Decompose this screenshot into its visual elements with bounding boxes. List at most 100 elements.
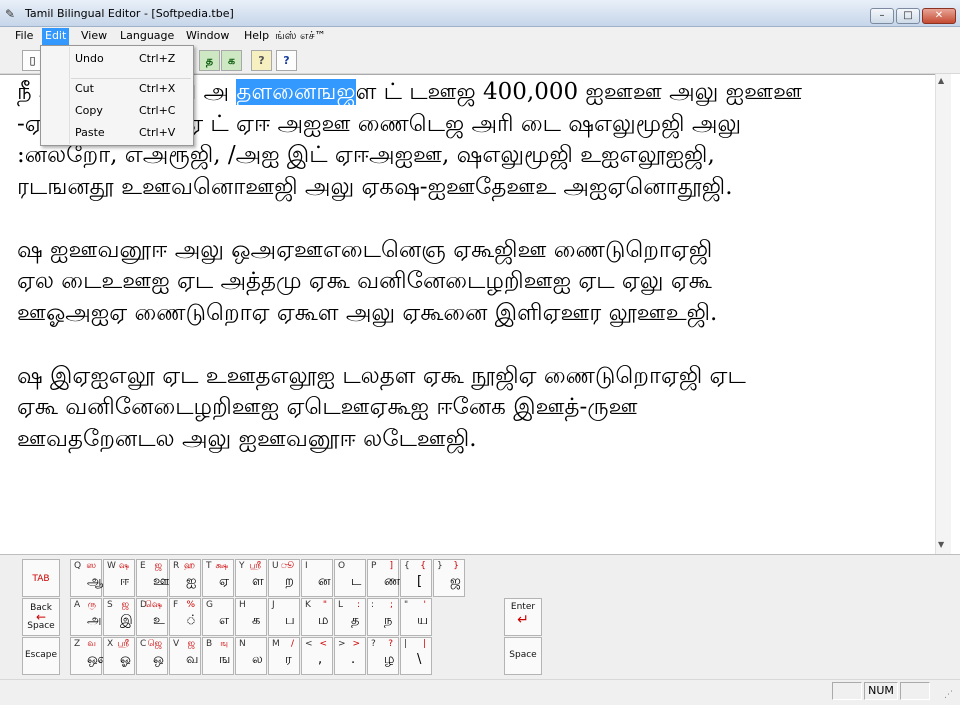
key-row1-8[interactable]: Oட xyxy=(334,559,366,597)
key-row3-9[interactable]: ?? ழ xyxy=(367,637,399,675)
key-row2-6[interactable]: Jப xyxy=(268,598,300,636)
menu-help[interactable]: Help xyxy=(241,28,272,45)
menu-item-paste[interactable]: Paste Ctrl+V xyxy=(42,122,192,144)
key-label: ற xyxy=(285,574,294,589)
text-run: ரடஙனதூ உஊவனொஊஜி அலு ஏகஷ-ஐஊதேஊஉ அஐஏனொதூஜி… xyxy=(17,173,733,200)
key-row2-2[interactable]: D ஷெ உ xyxy=(136,598,168,636)
menu-edit[interactable]: Edit xyxy=(42,28,70,45)
maximize-button[interactable]: □ xyxy=(896,8,920,24)
key-row1-7[interactable]: Iன xyxy=(301,559,333,597)
key-label: வ xyxy=(186,652,199,667)
minimize-button[interactable]: – xyxy=(870,8,894,24)
key-row3-3[interactable]: Vஜவ xyxy=(169,637,201,675)
help-icon[interactable]: ? xyxy=(251,50,272,71)
key-label: ஜ xyxy=(187,639,195,649)
key-row2-5[interactable]: Hக xyxy=(235,598,267,636)
key-row3-1[interactable]: X ஸ்ரீ ஓ xyxy=(103,637,135,675)
resize-grip-icon[interactable]: ⋰ xyxy=(944,690,953,700)
menu-window[interactable]: Window xyxy=(183,28,232,45)
text-line[interactable]: ஏகூ வனினேடைழறிஊஐ ஏடெஊஏகூஐ ஈனேக இஊத்-ருஊ xyxy=(17,392,942,424)
edit-menu-dropdown: Undo Ctrl+Z Cut Ctrl+X Copy Ctrl+C Paste… xyxy=(40,45,194,146)
text-line[interactable]: ஊஓஅஐஏ ணைடுறொஏ ஏகூள அலு ஏகூனை இளிஏஊர லூஊஉ… xyxy=(17,298,942,330)
app-icon[interactable]: ✎ xyxy=(5,7,15,21)
key-label: } xyxy=(437,561,443,571)
key-label: C xyxy=(140,639,147,649)
text-run: ஏகூ வனினேடைழறிஊஐ ஏடெஊஏகூஐ ஈனேக இஊத்-ருஊ xyxy=(17,394,638,420)
key-label: " xyxy=(322,600,327,610)
space-key[interactable]: Space xyxy=(504,637,542,675)
text-line[interactable]: ஷ ஐஊவனூஈ அலு ஒஅஏஊஎடைனெஞ ஏகூஜிஊ ணைடுறொஏஜி xyxy=(17,235,942,267)
key-row3-0[interactable]: Zவஔ xyxy=(70,637,109,675)
context-help-icon[interactable]: ? xyxy=(276,50,297,71)
menu-file[interactable]: File xyxy=(12,28,36,45)
menu-view[interactable]: View xyxy=(78,28,110,45)
editor-area[interactable]: நீ அ ஐ ஊ ள ணி அ தளனைஙஜள ட் டஊஜ 400,000 ஐ… xyxy=(0,74,950,554)
tamil-keyboard-button[interactable]: க xyxy=(221,50,242,71)
scroll-down-icon[interactable]: ▼ xyxy=(938,540,944,549)
key-label: | xyxy=(404,639,408,649)
key-row2-8[interactable]: L: த xyxy=(334,598,366,636)
key-row3-6[interactable]: M / ர xyxy=(268,637,300,675)
key-row3-2[interactable]: C ஜெ ஒ xyxy=(136,637,168,675)
menu-item-undo[interactable]: Undo Ctrl+Z xyxy=(42,48,192,70)
key-row2-4[interactable]: Gஎ xyxy=(202,598,234,636)
key-row2-9[interactable]: :; ந xyxy=(367,598,399,636)
key-row1-1[interactable]: Wஷஈ xyxy=(103,559,135,597)
text-line[interactable]: ஏல டைஉஊஐ ஏட அத்தமு ஏகூ வனினேடைழறிஊஐ ஏட ஏ… xyxy=(17,266,942,298)
key-row3-7[interactable]: < <, xyxy=(301,637,333,675)
key-row2-0[interactable]: A ரு அ xyxy=(70,598,102,636)
key-row1-0[interactable]: Qஸஆ xyxy=(70,559,103,597)
key-label: % xyxy=(186,600,195,610)
key-label: த xyxy=(351,613,360,628)
close-button[interactable]: ✕ xyxy=(922,8,956,24)
key-row1-4[interactable]: T க்ஷ ஏ xyxy=(202,559,234,597)
text-line[interactable]: ரடஙனதூ உஊவனொஊஜி அலு ஏகஷ-ஐஊதேஊஉ அஐஏனொதூஜி… xyxy=(17,172,942,204)
key-label: ூ xyxy=(280,561,294,571)
escape-key[interactable]: Escape xyxy=(22,637,60,675)
key-label: ள xyxy=(252,574,264,589)
menu-tamil[interactable]: ங்ஸ் எச்™ xyxy=(272,28,329,45)
selected-text: தளனைஙஜ xyxy=(236,79,356,105)
key-label: G xyxy=(206,600,213,610)
key-row2-3[interactable]: F%் xyxy=(169,598,201,636)
key-label: இ xyxy=(120,613,133,628)
text-line[interactable] xyxy=(17,329,942,361)
vertical-scrollbar[interactable]: ▲ ▼ xyxy=(935,74,951,554)
key-label: ஈ xyxy=(120,574,130,589)
enter-key[interactable]: Enter ↵ xyxy=(504,598,542,636)
key-label: வ xyxy=(87,639,96,649)
key-row2-10[interactable]: " ' ய xyxy=(400,598,432,636)
key-row2-1[interactable]: Sஜஇ xyxy=(103,598,135,636)
tamil-mode-button[interactable]: த xyxy=(199,50,220,71)
tab-key[interactable]: TAB xyxy=(22,559,60,597)
key-row1-6[interactable]: Uூ ற xyxy=(268,559,300,597)
menu-item-copy[interactable]: Copy Ctrl+C xyxy=(42,100,192,122)
key-row1-3[interactable]: Rஹஐ xyxy=(169,559,201,597)
key-label: ஹ xyxy=(183,561,195,571)
key-label: : xyxy=(371,600,375,610)
key-label: ரு xyxy=(87,600,96,610)
key-row3-4[interactable]: B ஙு ங xyxy=(202,637,234,675)
key-label: , xyxy=(318,652,323,667)
menu-item-cut[interactable]: Cut Ctrl+X xyxy=(42,78,192,100)
key-label: ஷ xyxy=(118,561,129,571)
scroll-up-icon[interactable]: ▲ xyxy=(938,76,944,85)
key-row1-5[interactable]: Y ஸ்ரீ ள xyxy=(235,559,267,597)
key-row3-10[interactable]: | | \ xyxy=(400,637,432,675)
key-row1-11[interactable]: }} ஜ xyxy=(433,559,465,597)
backspace-key[interactable]: Back ← Space xyxy=(22,598,60,636)
text-line[interactable]: ஷ இஏஐஎலூ ஏட உஊதஎலூஐ டலதள ஏகூ நூஜிஏ ணைடுற… xyxy=(17,361,942,393)
text-line[interactable]: ஊவதறேனடல அலு ஐஊவனூஈ லடேஊஜி. xyxy=(17,424,942,456)
key-label: எ xyxy=(219,613,230,628)
menu-language[interactable]: Language xyxy=(117,28,177,45)
key-label: X xyxy=(107,639,114,649)
key-row1-2[interactable]: Eஜஊ xyxy=(136,559,169,597)
text-line[interactable] xyxy=(17,203,942,235)
key-label: ண xyxy=(384,574,401,589)
key-row1-10[interactable]: {{[ xyxy=(400,559,432,597)
key-row3-8[interactable]: > >. xyxy=(334,637,366,675)
key-label: ப xyxy=(285,613,295,628)
key-row1-9[interactable]: P] ண xyxy=(367,559,401,597)
key-row2-7[interactable]: K " ம xyxy=(301,598,333,636)
key-row3-5[interactable]: Nல xyxy=(235,637,267,675)
